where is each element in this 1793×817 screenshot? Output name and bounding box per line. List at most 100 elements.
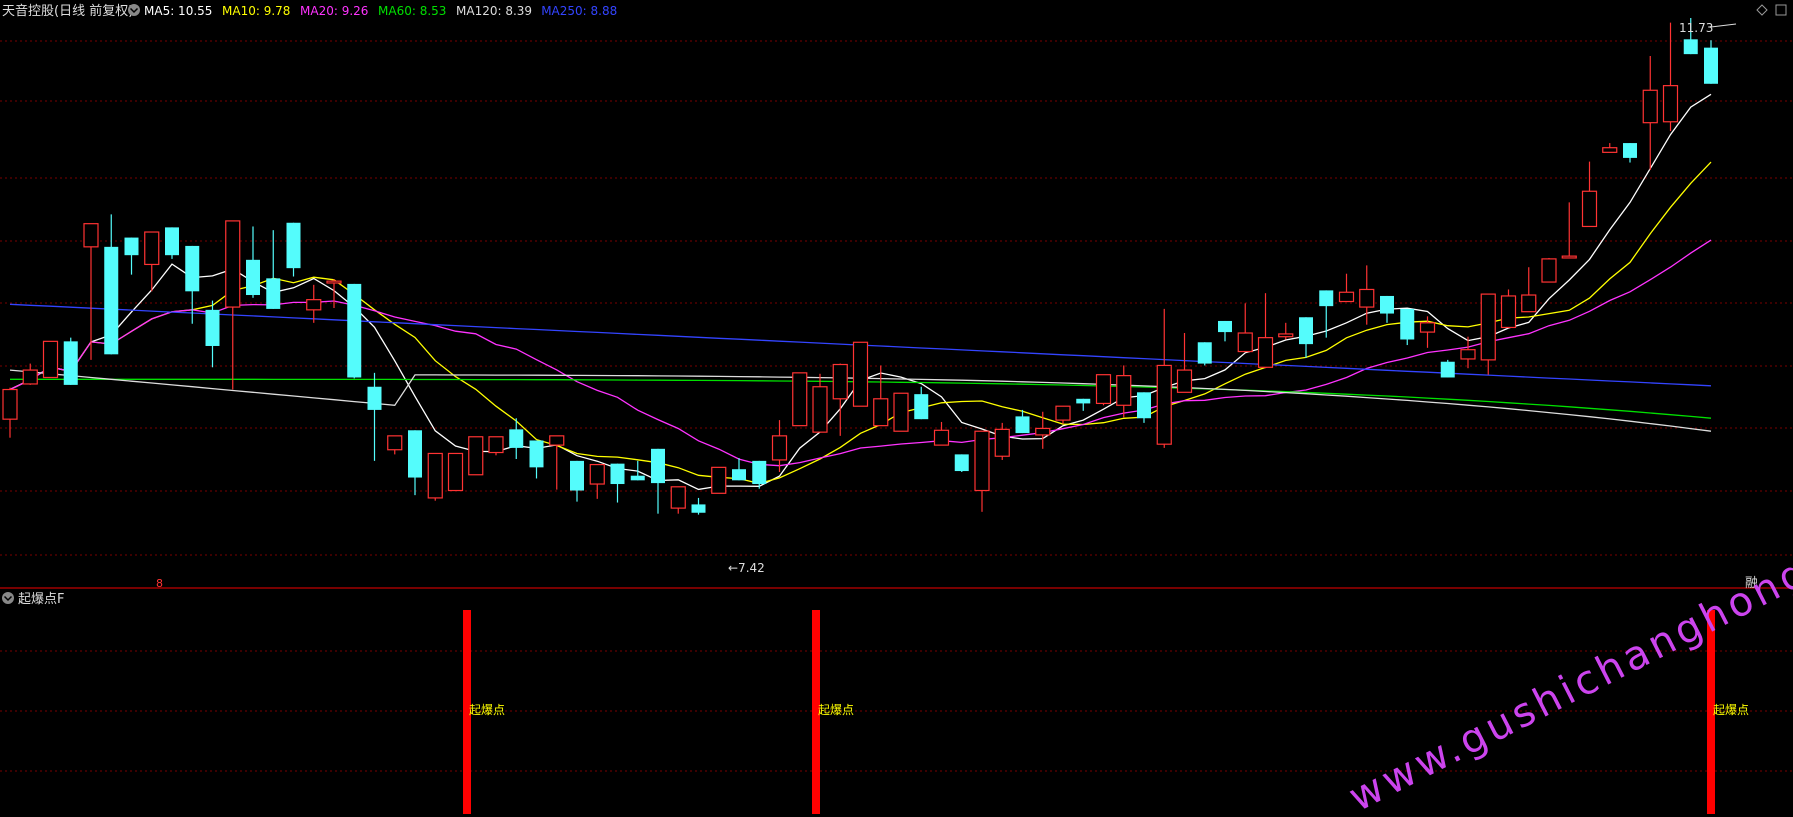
- candle-body: [1137, 392, 1151, 419]
- candle-body: [954, 454, 969, 472]
- candle-body: [1095, 374, 1112, 405]
- candle-body: [670, 486, 686, 509]
- candle-body: [893, 392, 909, 432]
- candle-body: [2, 388, 18, 420]
- candle-body: [994, 428, 1010, 457]
- candle-body: [1116, 375, 1132, 406]
- candle-body: [1623, 143, 1637, 158]
- candle-body: [408, 430, 422, 478]
- watermark: www.gushichanghong.com: [1342, 496, 1793, 817]
- candle-body: [165, 227, 179, 256]
- candle-body: [1704, 47, 1718, 84]
- candle-body: [468, 436, 484, 476]
- candle-body: [1662, 85, 1679, 123]
- candle-body: [347, 283, 362, 378]
- signal-label: 起爆点: [818, 703, 854, 717]
- candle-body: [367, 386, 382, 410]
- candle-body: [124, 237, 139, 256]
- candle-body: [610, 463, 625, 485]
- candle-body: [1581, 190, 1598, 228]
- indicator-title: 起爆点F: [18, 592, 64, 607]
- candle-body: [691, 504, 706, 513]
- ma-legend-item: MA60: 8.53: [378, 4, 446, 18]
- signal-label: 起爆点: [469, 703, 505, 717]
- candle-body: [63, 341, 78, 385]
- candle-body: [873, 398, 889, 427]
- candle-body: [1460, 349, 1476, 360]
- square-icon[interactable]: [1775, 4, 1787, 16]
- diamond-icon[interactable]: [1756, 4, 1768, 16]
- marker-8: 8: [156, 577, 163, 590]
- candle-body: [509, 429, 524, 448]
- candle-body: [974, 430, 990, 492]
- ma5-line: [9, 93, 1712, 491]
- candle-body: [104, 246, 119, 355]
- candle-body: [1419, 322, 1436, 333]
- stock-title: 天音控股(日线 前复权): [2, 3, 133, 19]
- candle-body: [42, 340, 59, 379]
- kline-chart[interactable]: 起爆点 起爆点 起爆点 天音控股(日线 前复权) MA5: 10.55 MA10: 9…: [0, 0, 1793, 817]
- candle-body: [1278, 333, 1294, 338]
- candle-body: [185, 245, 200, 292]
- candle-body: [1176, 369, 1193, 393]
- candle-body: [812, 386, 828, 433]
- candle-body: [1380, 295, 1394, 314]
- ma-lines: [9, 93, 1712, 491]
- ma-legend: MA5: 10.55 MA10: 9.78 MA20: 9.26 MA60: 8.53…: [144, 4, 617, 18]
- candle-body: [630, 475, 645, 481]
- high-price-pointer: [1710, 23, 1737, 28]
- candle-body: [1257, 337, 1274, 368]
- high-price-label: 11.73: [1679, 21, 1713, 35]
- candle-body: [1480, 293, 1496, 361]
- indicator-dropdown-icon[interactable]: [2, 592, 14, 604]
- header-dropdown-icon[interactable]: [128, 4, 140, 16]
- candle-body: [488, 436, 504, 454]
- candle-body: [1338, 291, 1355, 303]
- candle-body: [1521, 294, 1537, 313]
- ma-legend-item: MA5: 10.55: [144, 4, 212, 18]
- candle-body: [914, 394, 929, 420]
- ma-legend-item: MA120: 8.39: [456, 4, 532, 18]
- candle-body: [1319, 290, 1334, 307]
- candle-body: [1076, 398, 1091, 404]
- candle-body: [1197, 342, 1212, 364]
- candle-body: [83, 223, 99, 248]
- candle-body: [933, 429, 950, 446]
- candle-body: [286, 222, 301, 269]
- candle-body: [1218, 320, 1232, 333]
- ma10-line: [9, 161, 1712, 485]
- signal-label: 起爆点: [1713, 703, 1749, 717]
- candle-body: [752, 460, 767, 485]
- candle-body: [447, 452, 464, 492]
- candle-body: [589, 463, 605, 485]
- candle-body: [711, 466, 727, 494]
- candle-body: [792, 372, 808, 427]
- candle-body: [732, 469, 746, 481]
- candle-body: [1299, 317, 1313, 345]
- candle-body: [529, 440, 544, 468]
- ma-legend-item: MA10: 9.78: [222, 4, 290, 18]
- candles: [2, 18, 1718, 515]
- candle-body: [306, 299, 322, 311]
- ma-legend-item: MA20: 9.26: [300, 4, 368, 18]
- candle-body: [651, 448, 665, 484]
- candle-body: [266, 278, 281, 309]
- ma-legend-item: MA250: 8.88: [541, 4, 617, 18]
- candle-body: [326, 280, 342, 284]
- candle-body: [852, 341, 869, 407]
- candle-body: [832, 363, 848, 400]
- candle-body: [246, 259, 260, 296]
- candle-body: [1359, 288, 1375, 308]
- candle-body: [1642, 89, 1658, 124]
- candle-body: [1015, 416, 1030, 434]
- candle-body: [1400, 308, 1415, 340]
- candle-body: [22, 369, 38, 385]
- candle-body: [225, 220, 241, 308]
- low-price-label: ←7.42: [728, 561, 765, 575]
- candle-body: [1500, 295, 1517, 329]
- candle-body: [427, 452, 443, 499]
- candle-body: [1156, 364, 1172, 445]
- candle-body: [1035, 427, 1051, 436]
- candle-body: [549, 435, 565, 446]
- candle-body: [1055, 405, 1071, 421]
